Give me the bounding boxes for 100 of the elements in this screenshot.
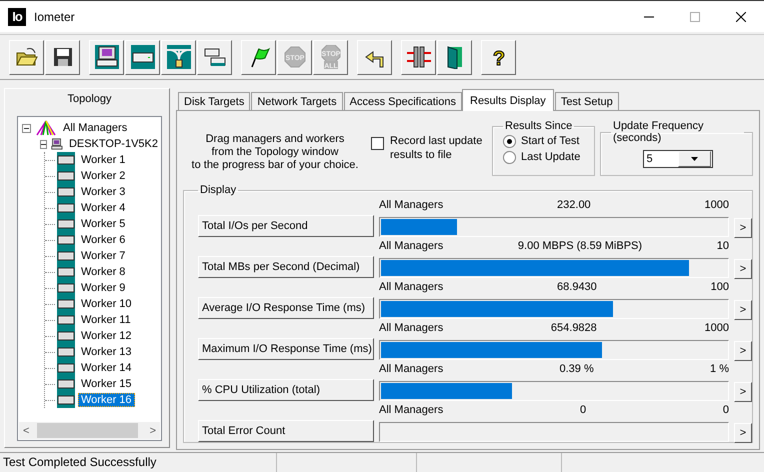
- tree-item[interactable]: Worker 1: [78, 153, 128, 167]
- progress-bar[interactable]: [379, 217, 729, 237]
- floppy-disk-button[interactable]: [45, 40, 80, 74]
- disk-drive-button[interactable]: [125, 40, 160, 74]
- scrollbar-thumb[interactable]: [37, 423, 138, 438]
- tree-item[interactable]: Worker 15: [78, 377, 135, 391]
- source-label: All Managers: [379, 363, 444, 376]
- source-label: All Managers: [379, 281, 444, 294]
- question-mark-icon: ?: [486, 45, 510, 69]
- collapse-toggle[interactable]: [40, 140, 48, 148]
- group-title: Display: [199, 184, 238, 196]
- tree-item[interactable]: Worker 7: [78, 249, 128, 263]
- max-label: 0: [722, 404, 729, 417]
- panel-title: Topology: [66, 92, 113, 107]
- tree-item[interactable]: Worker 13: [78, 345, 135, 359]
- disk-drive-icon: [130, 45, 154, 69]
- expand-button[interactable]: >: [734, 259, 752, 279]
- door-button[interactable]: [437, 40, 472, 74]
- tree-item[interactable]: Worker 2: [78, 169, 128, 183]
- radio-option[interactable]: Last Update: [503, 149, 586, 165]
- tree-item[interactable]: Worker 6: [78, 233, 128, 247]
- value-label: 68.9430: [557, 281, 597, 294]
- maximize-icon: [690, 12, 700, 22]
- computer-icon: [51, 136, 63, 152]
- double-arrows-button[interactable]: [401, 40, 436, 74]
- metric-button[interactable]: Average I/O Response Time (ms): [198, 297, 374, 319]
- tree-item[interactable]: Worker 12: [78, 329, 135, 343]
- group-title: Results Since: [504, 120, 574, 132]
- expand-button[interactable]: >: [734, 300, 752, 320]
- record-checkbox[interactable]: Record last update results to file: [371, 134, 489, 162]
- expand-button[interactable]: >: [734, 341, 752, 361]
- radio-button[interactable]: [503, 134, 516, 148]
- window-title: Iometer: [34, 10, 76, 24]
- checkbox[interactable]: [371, 137, 384, 150]
- tab[interactable]: Disk Targets: [178, 92, 250, 110]
- disk-drive-icon: [57, 152, 75, 168]
- radio-button[interactable]: [503, 150, 516, 164]
- max-label: 1000: [704, 199, 729, 212]
- progress-bar[interactable]: [379, 340, 729, 360]
- tab[interactable]: Network Targets: [251, 92, 343, 110]
- double-arrows-icon: [406, 45, 430, 69]
- value-label: 9.00 MBPS (8.59 MiBPS): [518, 240, 642, 253]
- radio-option[interactable]: Start of Test: [503, 133, 586, 149]
- max-label: 10: [716, 240, 729, 253]
- disk-drives-button[interactable]: [197, 40, 232, 74]
- progress-bar[interactable]: [379, 422, 729, 442]
- tab[interactable]: Access Specifications: [344, 92, 462, 110]
- frequency-dropdown[interactable]: 5: [642, 150, 712, 168]
- folder-button[interactable]: [9, 40, 44, 74]
- metric-button[interactable]: Total Error Count: [198, 420, 374, 442]
- metric-button[interactable]: Total I/Os per Second: [198, 215, 374, 237]
- progress-bar[interactable]: [379, 299, 729, 319]
- expand-button[interactable]: >: [734, 218, 752, 238]
- app-logo: Io: [8, 8, 26, 26]
- max-label: 1000: [704, 322, 729, 335]
- tree-item[interactable]: Worker 3: [78, 185, 128, 199]
- metric-button[interactable]: Maximum I/O Response Time (ms): [198, 338, 374, 360]
- managers-icon: [35, 120, 57, 136]
- tree-item[interactable]: Worker 8: [78, 265, 128, 279]
- minus-icon: [41, 142, 46, 146]
- source-label: All Managers: [379, 199, 444, 212]
- status-text: Test Completed Successfully: [0, 453, 277, 472]
- network-button[interactable]: [161, 40, 196, 74]
- scroll-right-button[interactable]: >: [150, 424, 156, 436]
- collapse-toggle[interactable]: [22, 124, 31, 132]
- curved-arrow-button[interactable]: [357, 40, 392, 74]
- source-label: All Managers: [379, 322, 444, 335]
- tree-item[interactable]: DESKTOP-1V5K2: [66, 137, 161, 151]
- scroll-left-button[interactable]: <: [23, 424, 30, 436]
- computer-button[interactable]: [89, 40, 124, 74]
- expand-button[interactable]: >: [734, 423, 752, 443]
- disk-drive-icon: [57, 392, 75, 408]
- tree-item[interactable]: All Managers: [60, 121, 130, 135]
- metric-button[interactable]: % CPU Utilization (total): [198, 379, 374, 401]
- dropdown-arrow-icon: [690, 157, 698, 161]
- expand-button[interactable]: >: [734, 382, 752, 402]
- tab[interactable]: Results Display: [462, 89, 554, 111]
- metric-button[interactable]: Total MBs per Second (Decimal): [198, 256, 374, 278]
- group-title: Update Frequency (seconds): [612, 120, 704, 144]
- tree-item[interactable]: Worker 11: [78, 313, 134, 327]
- source-label: All Managers: [379, 240, 444, 253]
- tab[interactable]: Test Setup: [554, 92, 619, 110]
- progress-bar[interactable]: [379, 258, 729, 278]
- value-label: 0: [580, 404, 586, 417]
- tree-item[interactable]: Worker 4: [78, 201, 128, 215]
- max-label: 1 %: [710, 363, 729, 376]
- tree-item[interactable]: Worker 9: [78, 281, 128, 295]
- tree-item[interactable]: Worker 10: [78, 297, 135, 311]
- flag-button[interactable]: [241, 40, 276, 74]
- source-label: All Managers: [379, 404, 444, 417]
- progress-bar[interactable]: [379, 381, 729, 401]
- computer-icon: [94, 45, 118, 69]
- close-icon: [736, 12, 746, 22]
- tree-item[interactable]: Worker 14: [78, 361, 135, 375]
- network-icon: [166, 45, 190, 69]
- max-label: 100: [710, 281, 729, 294]
- tree-item[interactable]: Worker 5: [78, 217, 128, 231]
- minus-icon: [24, 126, 29, 130]
- value-label: 654.9828: [550, 322, 597, 335]
- tree-item[interactable]: Worker 16: [78, 393, 135, 407]
